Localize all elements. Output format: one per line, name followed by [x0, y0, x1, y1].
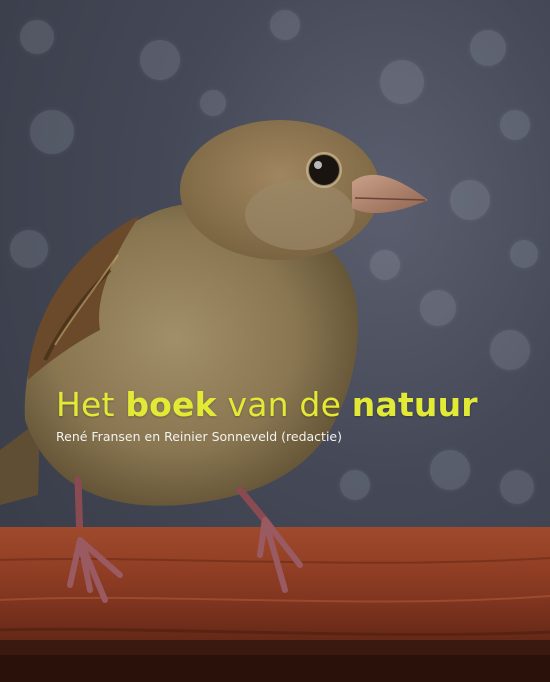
bird-photo [0, 120, 550, 682]
bird-beak [352, 174, 428, 214]
title-part-van-de: van de [216, 385, 352, 424]
book-authors: René Fransen en Reinier Sonneveld (redac… [56, 429, 342, 444]
title-part-natuur: natuur [351, 385, 478, 424]
title-part-het: Het [56, 385, 126, 424]
bird-eye [309, 155, 339, 185]
book-cover: Het boek van de natuur René Fransen en R… [0, 0, 550, 682]
title-part-boek: boek [125, 385, 217, 424]
book-title: Het boek van de natuur [56, 385, 478, 424]
